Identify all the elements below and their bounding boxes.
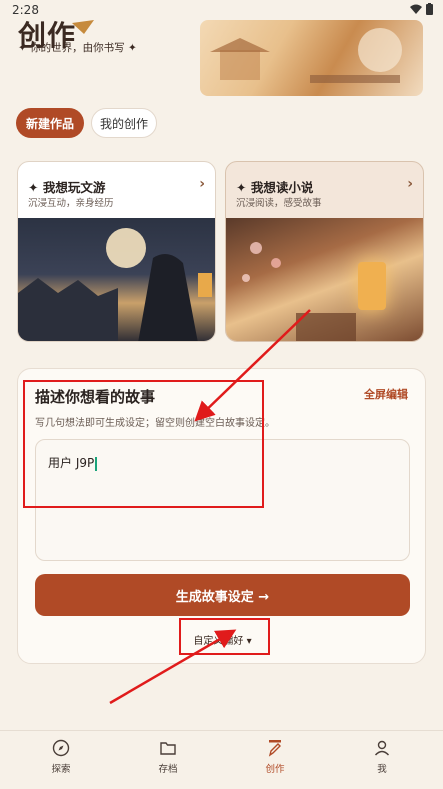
hero-image (200, 20, 423, 96)
nav-create[interactable]: 创作 (245, 739, 305, 775)
battery-icon (426, 3, 433, 15)
play-game-card[interactable]: ✦ 我想玩文游 沉浸互动，亲身经历 › (17, 161, 216, 342)
nav-label: 我 (377, 764, 387, 775)
nav-me[interactable]: 我 (352, 739, 412, 775)
user-icon (374, 740, 390, 756)
annotation-box-custom (179, 618, 270, 655)
card-illustration (18, 218, 215, 341)
hero-illustration (210, 28, 402, 83)
status-icons (410, 3, 433, 15)
nav-label: 创作 (265, 764, 285, 775)
compass-icon (52, 739, 70, 757)
read-novel-card[interactable]: ✦ 我想读小说 沉浸阅读，感受故事 › (225, 161, 424, 342)
fullscreen-edit-link[interactable]: 全屏编辑 (364, 386, 408, 402)
logo-mark-icon (72, 20, 94, 34)
chevron-right-icon: › (199, 176, 205, 192)
nav-explore[interactable]: 探索 (31, 739, 91, 775)
card-title: ✦ 我想玩文游 (28, 180, 106, 195)
chevron-right-icon: › (407, 176, 413, 192)
card-illustration (226, 218, 423, 341)
nav-saves[interactable]: 存档 (138, 739, 198, 775)
bottom-nav: 探索 存档 创作 我 (0, 730, 443, 789)
card-subtitle: 沉浸阅读，感受故事 (236, 198, 322, 209)
tab-my-works[interactable]: 我的创作 (91, 108, 157, 138)
card-subtitle: 沉浸互动，亲身经历 (28, 198, 114, 209)
annotation-box-input (23, 380, 264, 508)
tab-new-work[interactable]: 新建作品 (16, 108, 84, 138)
nav-label: 存档 (158, 764, 178, 775)
night-scene (18, 254, 212, 341)
folder-icon (160, 742, 176, 755)
generate-story-button[interactable]: 生成故事设定 → (35, 574, 410, 616)
slogan: ✦ 你的世界，由你书写 ✦ (18, 42, 137, 54)
blossom-scene (242, 242, 356, 341)
nav-label: 探索 (51, 764, 71, 775)
pen-icon (268, 740, 281, 757)
wifi-icon (410, 4, 422, 14)
card-title: ✦ 我想读小说 (236, 180, 314, 195)
